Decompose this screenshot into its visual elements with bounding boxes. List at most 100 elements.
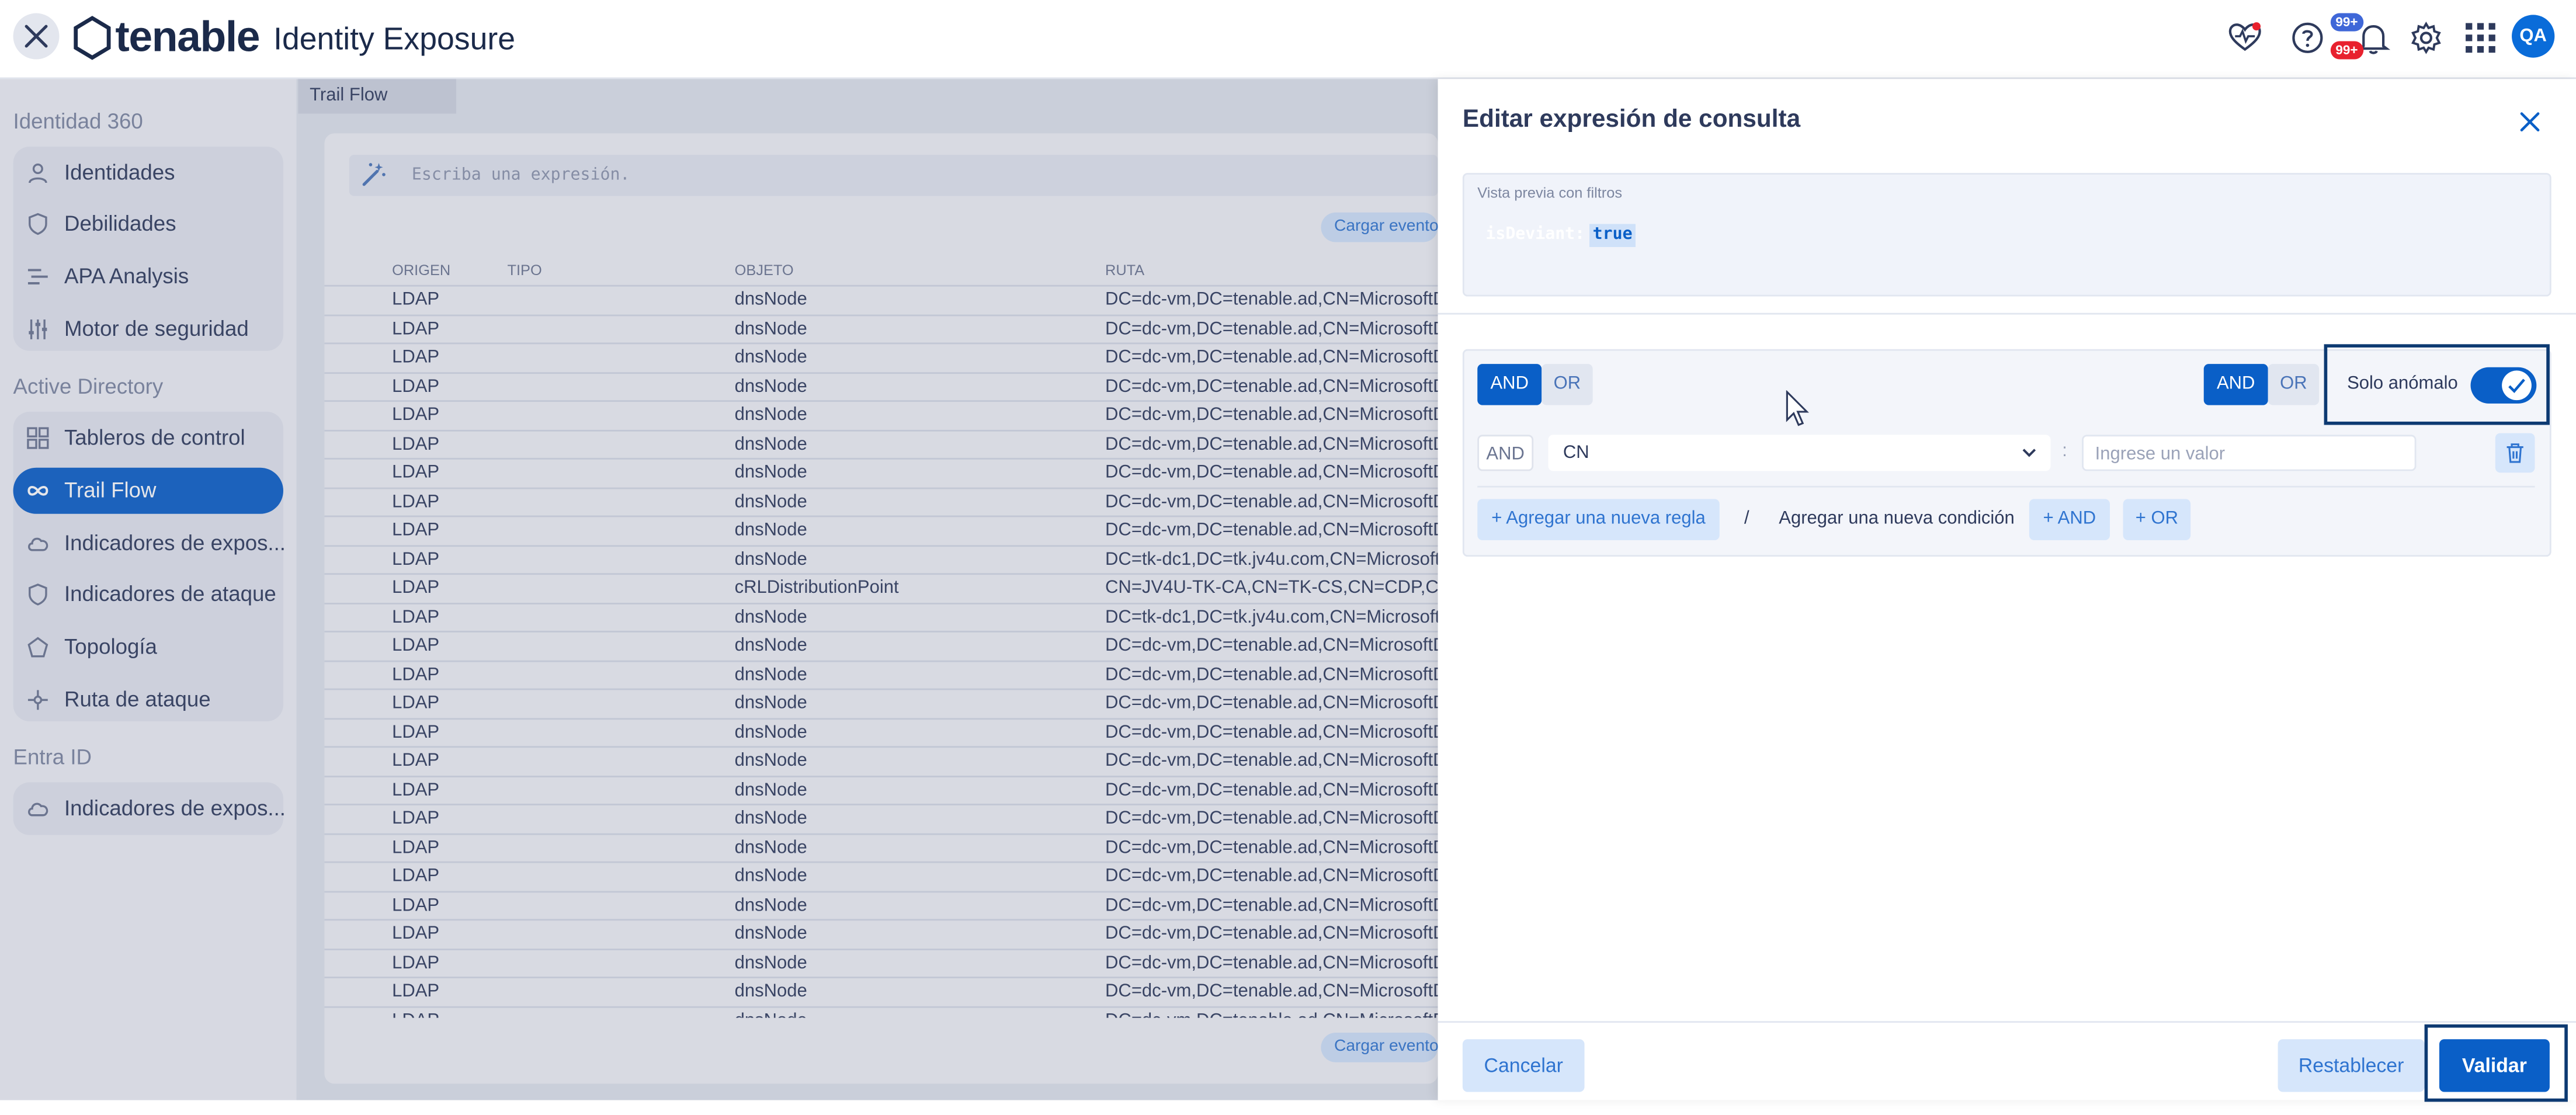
table-row[interactable]: LDAP dnsNode DC=dc-vm,DC=tenable.ad,CN=Mic… (324, 717, 1438, 748)
cell-origin: LDAP (392, 635, 440, 656)
cancel-button[interactable]: Cancelar (1462, 1039, 1585, 1092)
gear-icon[interactable] (2408, 20, 2444, 56)
cell-object: dnsNode (734, 923, 807, 944)
table-row[interactable]: LDAP dnsNode DC=dc-vm,DC=tenable.ad,CN=Mic… (324, 515, 1438, 546)
table-row[interactable]: LDAP dnsNode DC=dc-vm,DC=tenable.ad,CN=Mic… (324, 890, 1438, 921)
cell-object: dnsNode (734, 549, 807, 569)
table-row[interactable]: LDAP dnsNode DC=dc-vm,DC=tenable.ad,CN=Mic… (324, 1005, 1438, 1018)
table-row[interactable]: LDAP dnsNode DC=dc-vm,DC=tenable.ad,CN=Mic… (324, 371, 1438, 402)
cell-origin: LDAP (392, 463, 440, 483)
table-row[interactable]: LDAP dnsNode DC=dc-vm,DC=tenable.ad,CN=Mic… (324, 314, 1438, 344)
cell-origin: LDAP (392, 866, 440, 886)
cell-object: dnsNode (734, 463, 807, 483)
anomalous-and-button[interactable]: AND (2203, 364, 2268, 405)
table-row[interactable]: LDAP dnsNode DC=dc-vm,DC=tenable.ad,CN=Mic… (324, 659, 1438, 690)
cell-origin: LDAP (392, 607, 440, 627)
delete-rule-button[interactable] (2495, 433, 2535, 473)
table-row[interactable]: LDAP dnsNode DC=dc-vm,DC=tenable.ad,CN=Mic… (324, 947, 1438, 978)
table-row[interactable]: LDAP dnsNode DC=dc-vm,DC=tenable.ad,CN=Mic… (324, 429, 1438, 460)
cell-object: dnsNode (734, 433, 807, 454)
cell-path: DC=dc-vm,DC=tenable.ad,CN=MicrosoftD (1105, 895, 1438, 915)
divider (1438, 312, 2576, 315)
table-row[interactable]: LDAP dnsNode DC=dc-vm,DC=tenable.ad,CN=Mic… (324, 342, 1438, 373)
table-row[interactable]: LDAP dnsNode DC=dc-vm,DC=tenable.ad,CN=Mic… (324, 774, 1438, 805)
cell-object: cRLDistributionPoint (734, 578, 899, 598)
cell-path: DC=dc-vm,DC=tenable.ad,CN=MicrosoftD (1105, 290, 1438, 310)
cell-object: dnsNode (734, 376, 807, 397)
cell-object: dnsNode (735, 1010, 807, 1018)
table-row[interactable]: LDAP dnsNode DC=dc-vm,DC=tenable.ad,CN=Mic… (324, 861, 1438, 892)
cell-path: DC=dc-vm,DC=tenable.ad,CN=MicrosoftD (1105, 808, 1438, 829)
cell-object: dnsNode (734, 751, 807, 771)
cell-object: dnsNode (734, 290, 807, 310)
cell-path: DC=dc-vm,DC=tenable.ad,CN=MicrosoftD (1105, 722, 1438, 742)
cell-object: dnsNode (734, 347, 807, 367)
cell-object: dnsNode (734, 318, 807, 339)
reset-button[interactable]: Restablecer (2278, 1039, 2425, 1092)
check-icon (2508, 378, 2525, 393)
load-events-button-bottom[interactable]: Cargar eventos (1321, 1032, 1438, 1062)
cell-path: DC=dc-vm,DC=tenable.ad,CN=MicrosoftD (1105, 693, 1438, 713)
add-or-button[interactable]: + OR (2123, 499, 2191, 540)
rule-operator-select[interactable]: AND (1477, 435, 1534, 471)
cell-origin: LDAP (392, 895, 440, 915)
group-or-button[interactable]: OR (1542, 364, 1593, 405)
toggle-knob (2502, 370, 2532, 401)
heart-pulse-icon[interactable] (2227, 20, 2263, 56)
rule-divider (1477, 485, 2535, 488)
table-row[interactable]: LDAP dnsNode DC=dc-vm,DC=tenable.ad,CN=Mic… (324, 630, 1438, 661)
table-row[interactable]: LDAP dnsNode DC=dc-vm,DC=tenable.ad,CN=Mic… (324, 832, 1438, 863)
cell-origin: LDAP (392, 953, 440, 973)
avatar[interactable]: QA (2512, 15, 2555, 58)
trash-icon (2506, 443, 2523, 463)
grid-icon[interactable] (2462, 20, 2498, 56)
add-condition-label: Agregar una nueva condición (1779, 509, 2015, 529)
table-row[interactable]: LDAP dnsNode DC=dc-vm,DC=tenable.ad,CN=Mic… (324, 919, 1438, 949)
cell-path: DC=dc-vm,DC=tenable.ad,CN=MicrosoftD (1105, 780, 1438, 800)
mouse-cursor-icon (1786, 390, 1809, 426)
group-and-button[interactable]: AND (1477, 364, 1542, 405)
rule-field-select[interactable]: CN (1548, 435, 2051, 471)
cell-path: DC=dc-vm,DC=tenable.ad,CN=MicrosoftD (1105, 1010, 1438, 1018)
table-row[interactable]: LDAP dnsNode DC=dc-vm,DC=tenable.ad,CN=Mic… (324, 400, 1438, 430)
cell-object: dnsNode (734, 607, 807, 627)
validate-button[interactable]: Validar (2439, 1039, 2550, 1092)
cell-object: dnsNode (734, 664, 807, 685)
table-row[interactable]: LDAP dnsNode DC=dc-vm,DC=tenable.ad,CN=Mic… (324, 284, 1438, 315)
cell-path: DC=dc-vm,DC=tenable.ad,CN=MicrosoftD (1105, 433, 1438, 454)
cell-object: dnsNode (734, 866, 807, 886)
cell-origin: LDAP (392, 923, 440, 944)
footer-divider (1438, 1021, 2576, 1023)
table-row[interactable]: LDAP cRLDistributionPoint CN=JV4U-TK-CA,CN… (324, 573, 1438, 603)
add-and-button[interactable]: + AND (2029, 499, 2110, 540)
only-anomalous-label: Solo anómalo (2347, 374, 2458, 394)
cell-origin: LDAP (392, 433, 440, 454)
cell-origin: LDAP (392, 837, 440, 857)
table-row[interactable]: LDAP dnsNode DC=dc-vm,DC=tenable.ad,CN=Mic… (324, 457, 1438, 488)
cell-object: dnsNode (734, 895, 807, 915)
table-row[interactable]: LDAP dnsNode DC=dc-vm,DC=tenable.ad,CN=Mic… (324, 746, 1438, 776)
cell-origin: LDAP (392, 290, 440, 310)
table-row[interactable]: LDAP dnsNode DC=tk-dc1,DC=tk.jv4u.com,CN=M… (324, 602, 1438, 633)
cell-object: dnsNode (734, 405, 807, 425)
table-row[interactable]: LDAP dnsNode DC=dc-vm,DC=tenable.ad,CN=Mic… (324, 804, 1438, 834)
cell-object: dnsNode (734, 981, 807, 1002)
cell-path: DC=dc-vm,DC=tenable.ad,CN=MicrosoftD (1105, 347, 1438, 367)
drawer-title: Editar expresión de consulta (1462, 105, 1801, 134)
table-row[interactable]: LDAP dnsNode DC=dc-vm,DC=tenable.ad,CN=Mic… (324, 977, 1438, 1007)
help-icon[interactable] (2289, 20, 2325, 56)
cell-path: DC=dc-vm,DC=tenable.ad,CN=MicrosoftD (1105, 376, 1438, 397)
cell-origin: LDAP (392, 1010, 439, 1018)
cell-path: CN=JV4U-TK-CA,CN=TK-CS,CN=CDP,CN= (1105, 578, 1438, 598)
cell-origin: LDAP (392, 981, 440, 1002)
cell-path: DC=dc-vm,DC=tenable.ad,CN=MicrosoftD (1105, 923, 1438, 944)
table-row[interactable]: LDAP dnsNode DC=dc-vm,DC=tenable.ad,CN=Mic… (324, 688, 1438, 719)
table-row[interactable]: LDAP dnsNode DC=tk-dc1,DC=tk.jv4u.com,CN=M… (324, 544, 1438, 575)
add-rule-button[interactable]: + Agregar una nueva regla (1477, 499, 1720, 540)
rule-value-placeholder: Ingrese un valor (2095, 444, 2226, 465)
close-icon[interactable] (2517, 109, 2543, 135)
rule-value-input[interactable]: Ingrese un valor (2082, 435, 2417, 471)
table-row[interactable]: LDAP dnsNode DC=dc-vm,DC=tenable.ad,CN=Mic… (324, 487, 1438, 517)
cell-origin: LDAP (392, 722, 440, 742)
anomalous-or-button[interactable]: OR (2268, 364, 2320, 405)
